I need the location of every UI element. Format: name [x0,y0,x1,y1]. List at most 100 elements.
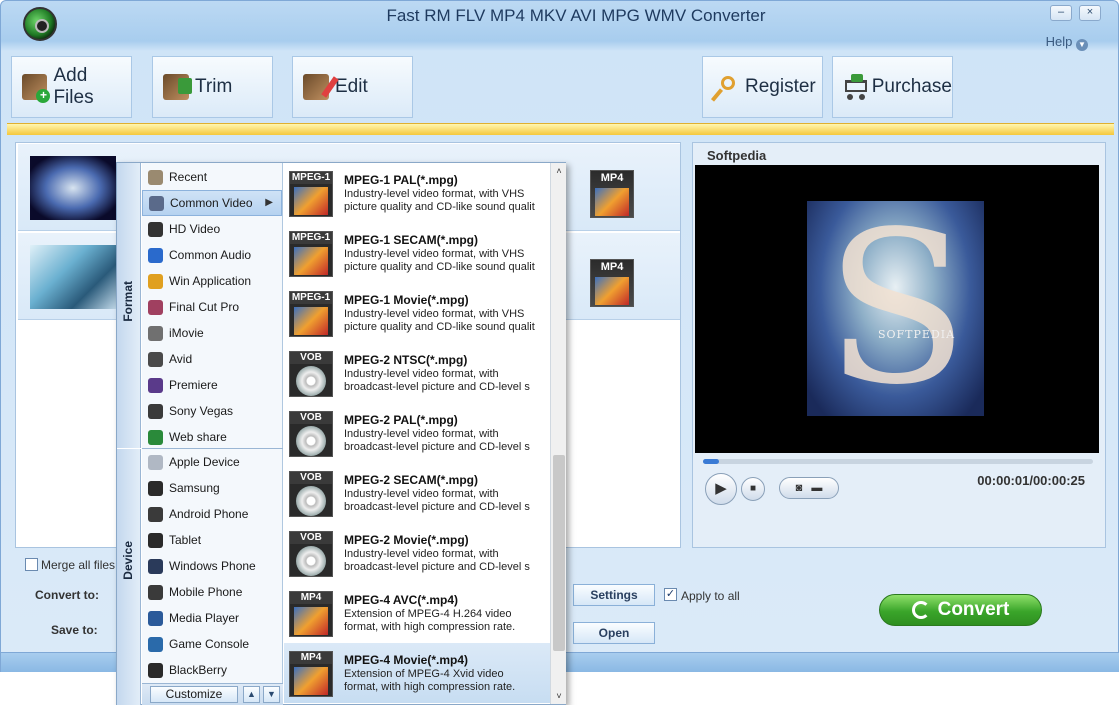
category-item[interactable]: Media Player [142,605,282,631]
time-display: 00:00:01/00:00:25 [977,473,1085,488]
category-label: Common Audio [169,248,252,262]
category-label: Android Phone [169,507,249,521]
category-item[interactable]: Avid [142,346,282,372]
category-label: Media Player [169,611,240,625]
category-item[interactable]: Samsung [142,475,282,501]
disc-art [296,366,326,396]
category-item[interactable]: Common Audio [142,242,282,268]
category-item[interactable]: BlackBerry [142,657,282,683]
category-item[interactable]: Web share [142,424,282,450]
category-item[interactable]: Premiere [142,372,282,398]
category-item[interactable]: Windows Phone [142,553,282,579]
format-name: MPEG-4 Movie(*.mp4) [344,653,469,667]
format-item[interactable]: MPEG-1 MPEG-1 PAL(*.mpg) Industry-level vi… [284,163,550,223]
phone-icon [148,480,163,496]
format-dropdown-menu: Format Device Recent Common Video ▶ HD Vide… [116,162,566,705]
folder-icon[interactable]: ▬ [811,482,822,494]
category-label: Mobile Phone [169,585,243,599]
purchase-button[interactable]: Purchase [832,56,953,118]
category-label: Tablet [169,533,202,547]
category-item[interactable]: Game Console [142,631,282,657]
format-item[interactable]: VOB MPEG-2 SECAM(*.mpg) Industry-level vid… [284,463,550,523]
format-name: MPEG-2 PAL(*.mpg) [344,413,458,427]
disc-art [296,426,326,456]
format-description: Industry-level video format, with VHS pi… [344,188,535,213]
stop-icon: ■ [749,483,757,494]
format-icon-badge: VOB [290,352,332,364]
help-menu[interactable]: Help ▼ [1046,34,1088,51]
category-item[interactable]: Android Phone [142,501,282,527]
customize-button[interactable]: Customize [150,686,238,703]
close-button[interactable]: × [1079,5,1101,21]
format-name: MPEG-2 SECAM(*.mpg) [344,473,479,487]
category-label: Samsung [169,481,220,495]
apply-to-all-checkbox[interactable]: ✓ [664,588,677,601]
apply-to-all-label: Apply to all [681,589,740,603]
output-format-badge[interactable]: MP4 [590,170,634,218]
mp4-icon: MP4 [289,651,333,697]
mpeg-icon: MPEG-1 [289,171,333,217]
merge-checkbox[interactable] [25,558,38,571]
format-item[interactable]: VOB MPEG-2 PAL(*.mpg) Industry-level video… [284,403,550,463]
category-label: Avid [169,352,193,366]
checkmark-icon: ✓ [665,588,676,600]
category-item[interactable]: Tablet [142,527,282,553]
settings-button[interactable]: Settings [573,584,655,606]
scrollbar-thumb[interactable] [553,455,565,651]
format-name: MPEG-1 SECAM(*.mpg) [344,233,479,247]
convert-button[interactable]: Convert [879,594,1042,626]
format-item[interactable]: MPEG-1 MPEG-1 Movie(*.mpg) Industry-level … [284,283,550,343]
format-item[interactable]: VOB MPEG-2 NTSC(*.mpg) Industry-level vide… [284,343,550,403]
device-tab[interactable]: Device [117,449,141,705]
preview-screen: SOFTPEDIA [695,165,1099,453]
minimize-button[interactable]: – [1050,5,1072,21]
preview-panel: Softpedia SOFTPEDIA ▶ ■ ◙ ▬ 00:00:01/00:… [692,142,1106,548]
edit-button[interactable]: Edit [292,56,413,118]
category-item[interactable]: Win Application [142,268,282,294]
disc-icon: VOB [289,471,333,517]
scroll-up-arrow-icon[interactable]: ˄ [551,163,567,179]
format-tab[interactable]: Format [117,163,141,448]
scroll-down-button[interactable]: ▼ [263,686,280,703]
output-format-badge[interactable]: MP4 [590,259,634,307]
key-icon [710,74,739,102]
category-item[interactable]: Final Cut Pro [142,294,282,320]
category-item[interactable]: Recent [142,164,282,190]
scroll-up-button[interactable]: ▲ [243,686,260,703]
vegas-icon [148,403,163,419]
format-description: Extension of MPEG-4 Xvid video format, w… [344,668,516,693]
category-item[interactable]: iMovie [142,320,282,346]
format-item[interactable]: MPEG-1 MPEG-1 SECAM(*.mpg) Industry-level … [284,223,550,283]
format-item[interactable]: VOB MPEG-2 Movie(*.mpg) Industry-level vid… [284,523,550,583]
mpeg-icon: MPEG-1 [289,291,333,337]
format-item[interactable]: MP4 MPEG-4 AVC(*.mp4) Extension of MPEG-4 … [284,583,550,643]
trim-button[interactable]: Trim [152,56,273,118]
disc-icon: VOB [289,531,333,577]
category-label: iMovie [169,326,204,340]
play-button[interactable]: ▶ [705,473,737,505]
register-button[interactable]: Register [702,56,823,118]
format-list-scrollbar[interactable]: ˄ ˅ [550,163,566,704]
add-files-button[interactable]: + Add Files [11,56,132,118]
category-item[interactable]: Mobile Phone [142,579,282,605]
film-art [294,667,328,695]
open-button[interactable]: Open [573,622,655,644]
game-console-icon [148,636,163,652]
format-icon-badge: MPEG-1 [290,232,332,244]
category-item[interactable]: HD Video [142,216,282,242]
category-label: Final Cut Pro [169,300,240,314]
category-item[interactable]: Sony Vegas [142,398,282,424]
trim-icon [163,74,192,100]
snapshot-controls[interactable]: ◙ ▬ [779,477,839,499]
category-item[interactable]: Common Video ▶ [142,190,282,216]
merge-label: Merge all files [41,558,116,572]
convert-label: Convert [937,599,1010,620]
seek-slider[interactable] [703,459,1093,464]
scroll-down-arrow-icon[interactable]: ˅ [551,688,567,704]
format-item[interactable]: MP4 MPEG-4 Movie(*.mp4) Extension of MPEG-… [284,643,550,703]
category-item[interactable]: Apple Device [142,449,282,475]
stop-button[interactable]: ■ [741,477,765,501]
camera-icon[interactable]: ◙ [796,482,803,494]
trim-label: Trim [195,76,233,97]
globe-icon [148,429,163,445]
